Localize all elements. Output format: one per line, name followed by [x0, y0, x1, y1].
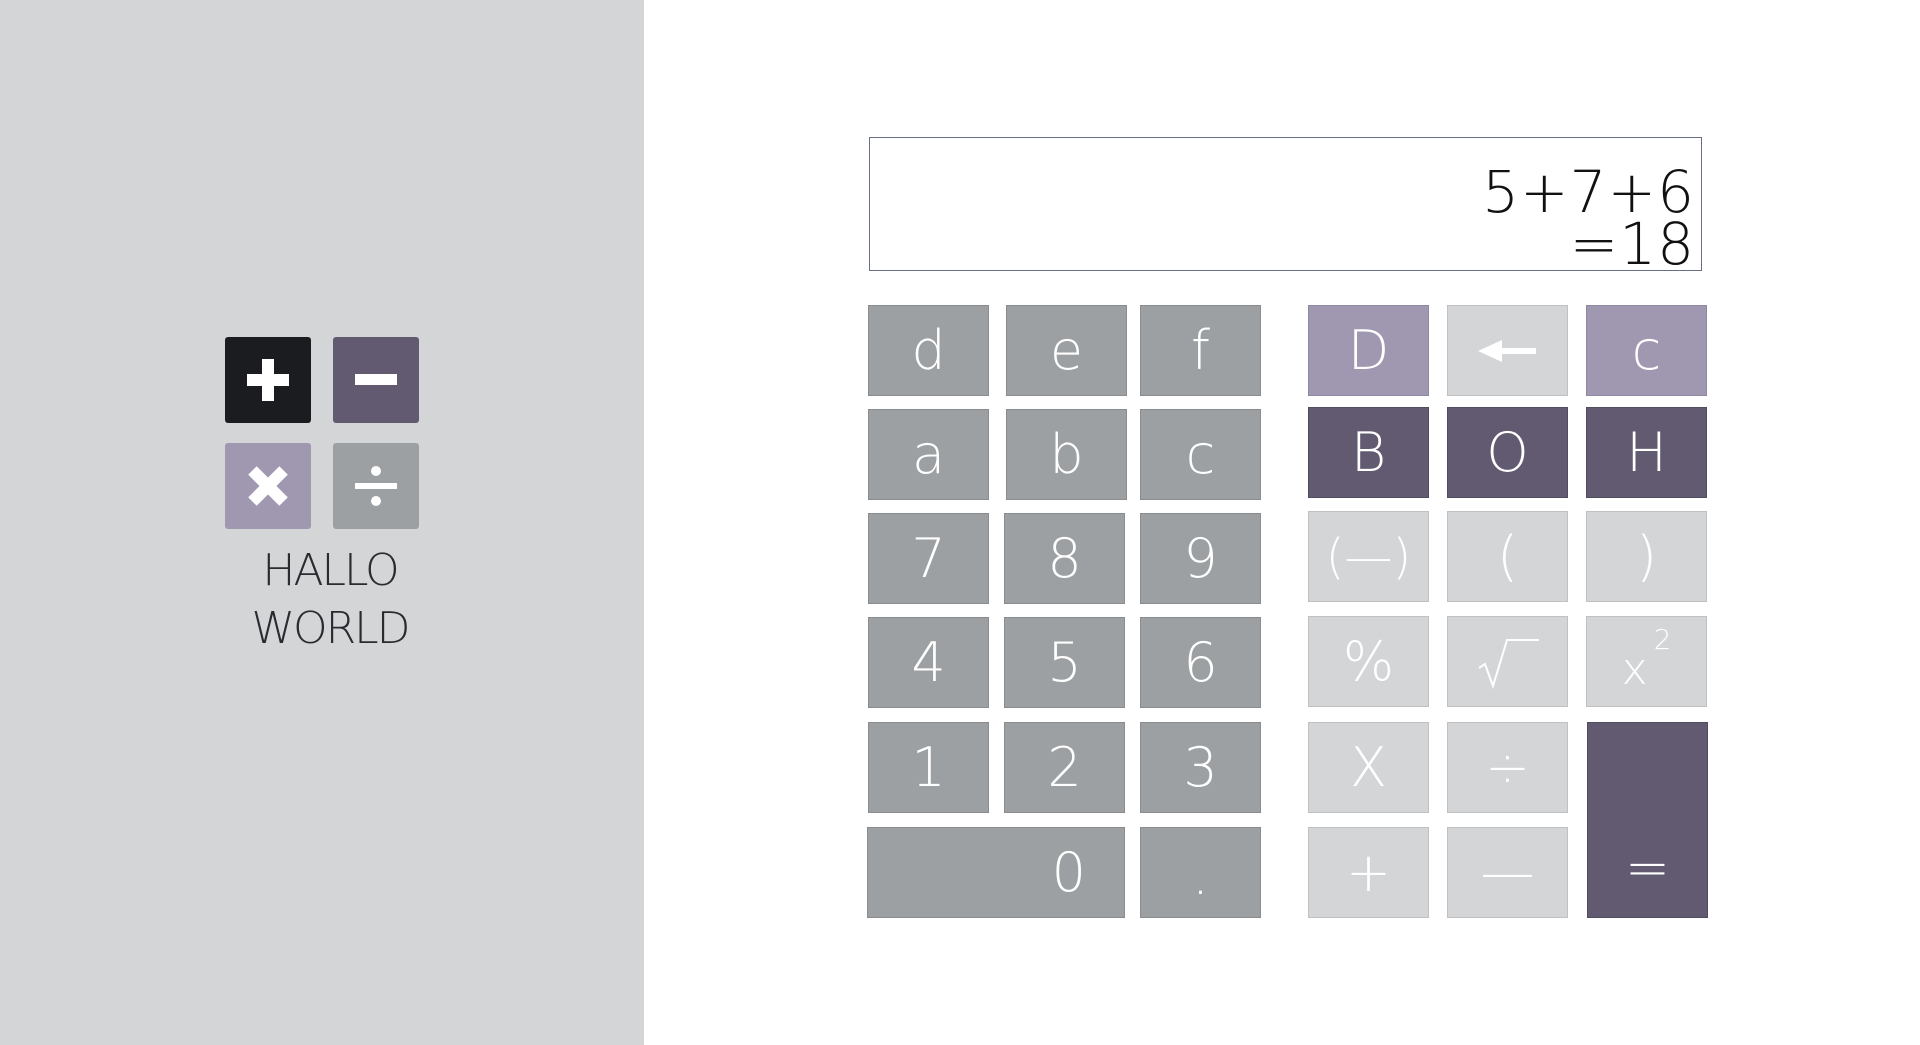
- sidebar: HALLO WORLD: [0, 0, 644, 1045]
- plus-icon: [247, 359, 289, 401]
- divide-button[interactable]: ÷: [1447, 722, 1568, 813]
- key-7[interactable]: 7: [868, 513, 989, 604]
- octal-mode-button[interactable]: O: [1447, 407, 1568, 498]
- key-2[interactable]: 2: [1004, 722, 1125, 813]
- hex-mode-button[interactable]: H: [1586, 407, 1707, 498]
- key-5[interactable]: 5: [1004, 617, 1125, 708]
- binary-mode-button[interactable]: B: [1308, 407, 1429, 498]
- square-exponent-label: 2: [1653, 623, 1672, 656]
- key-b[interactable]: b: [1006, 409, 1127, 500]
- key-a[interactable]: a: [868, 409, 989, 500]
- plus-button[interactable]: +: [1308, 827, 1429, 918]
- backspace-arrow-icon: [1477, 339, 1536, 362]
- key-4[interactable]: 4: [868, 617, 989, 708]
- key-3[interactable]: 3: [1140, 722, 1261, 813]
- key-6[interactable]: 6: [1140, 617, 1261, 708]
- equals-button[interactable]: =: [1587, 722, 1708, 918]
- minus-button[interactable]: —: [1447, 827, 1568, 918]
- calculator-display: 5+7+6 =18: [869, 137, 1702, 278]
- logo-text-line1: HALLO: [262, 545, 399, 596]
- percent-button[interactable]: %: [1308, 616, 1429, 707]
- key-f[interactable]: f: [1140, 305, 1261, 396]
- key-0[interactable]: 0: [867, 827, 1125, 918]
- key-e[interactable]: e: [1006, 305, 1127, 396]
- backspace-button[interactable]: [1447, 305, 1568, 396]
- logo-tile-minus: [333, 337, 419, 423]
- minus-icon: [355, 374, 397, 385]
- logo-tile-plus: [225, 337, 311, 423]
- multiply-button[interactable]: X: [1308, 722, 1429, 813]
- logo-tile-times: [225, 443, 311, 529]
- key-c-hex[interactable]: c: [1140, 409, 1261, 500]
- divide-icon: [355, 466, 397, 506]
- negate-button[interactable]: (—): [1308, 511, 1429, 602]
- key-9[interactable]: 9: [1140, 513, 1261, 604]
- key-8[interactable]: 8: [1004, 513, 1125, 604]
- decimal-mode-button[interactable]: D: [1308, 305, 1429, 396]
- logo-text-line2: WORLD: [251, 603, 410, 654]
- times-icon: [248, 466, 288, 506]
- key-d[interactable]: d: [868, 305, 989, 396]
- logo-tile-divide: [333, 443, 419, 529]
- key-decimal-point[interactable]: .: [1140, 827, 1261, 918]
- square-root-icon: [1477, 638, 1539, 689]
- key-1[interactable]: 1: [868, 722, 989, 813]
- display-result: =18: [1569, 210, 1695, 278]
- square-base-label: x: [1621, 644, 1648, 695]
- square-root-button[interactable]: [1447, 616, 1568, 707]
- open-paren-button[interactable]: (: [1447, 511, 1568, 602]
- square-button[interactable]: x2: [1586, 616, 1707, 707]
- clear-button[interactable]: c: [1586, 305, 1707, 396]
- close-paren-button[interactable]: ): [1586, 511, 1707, 602]
